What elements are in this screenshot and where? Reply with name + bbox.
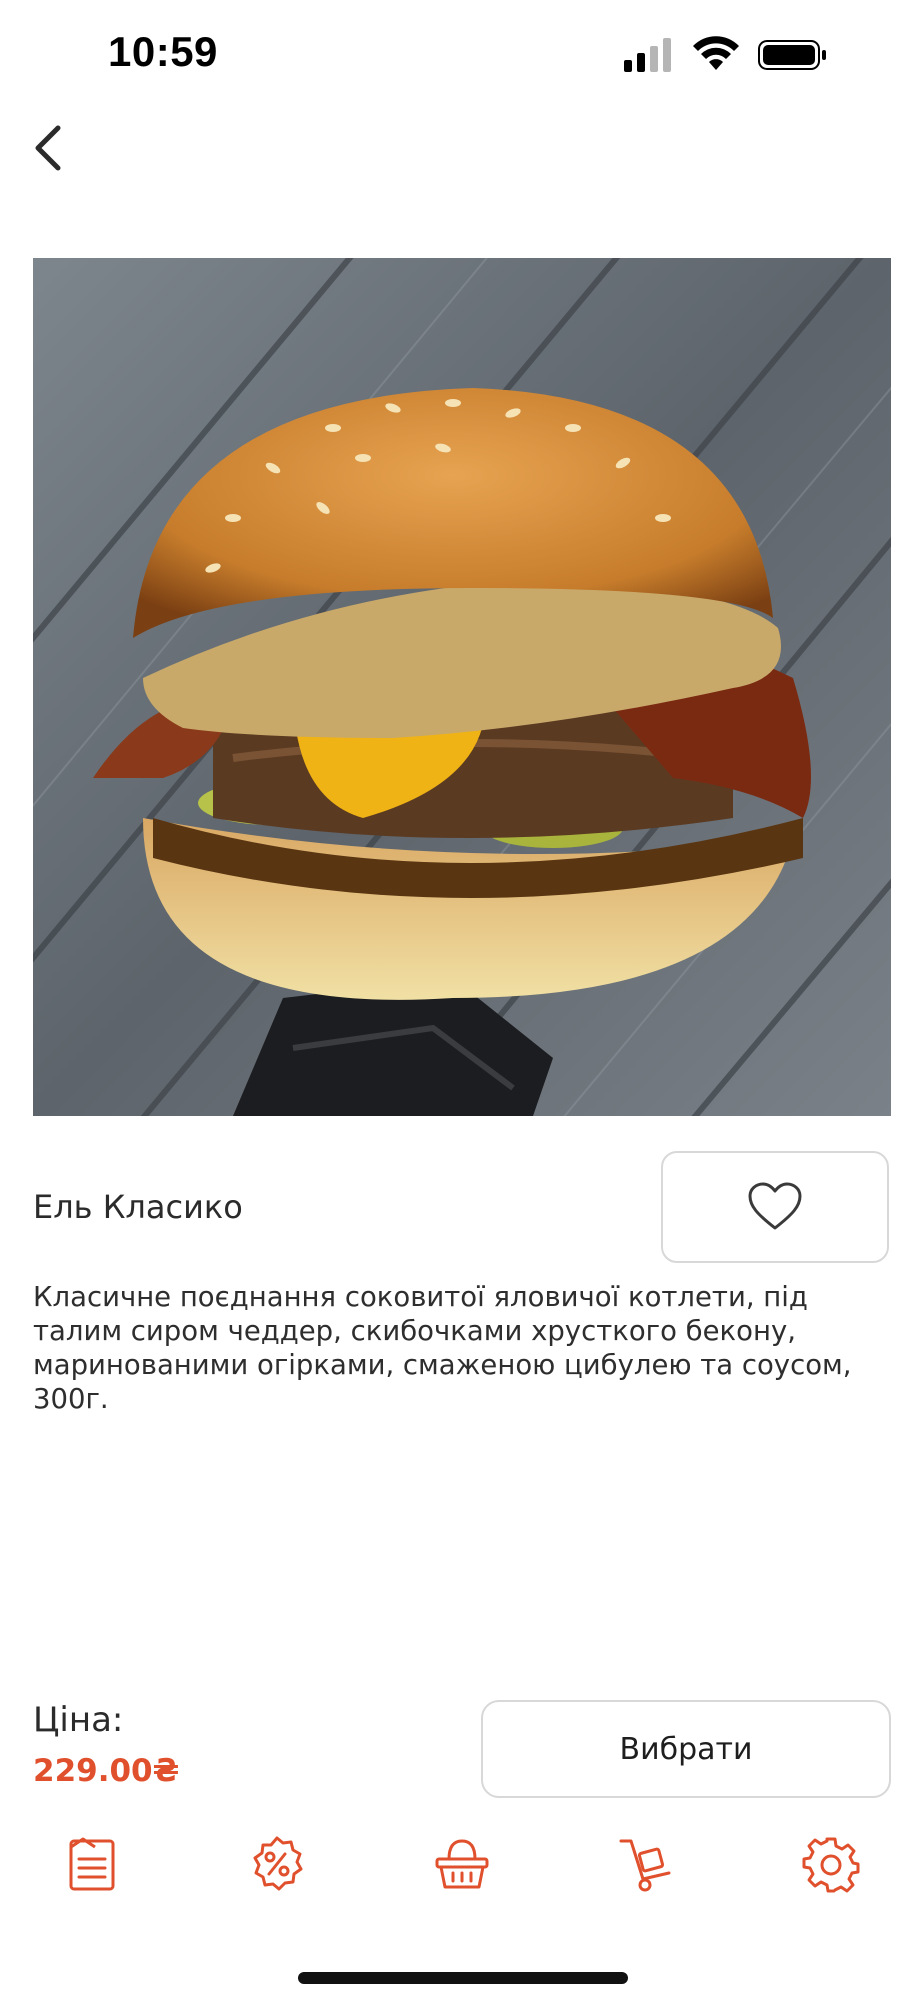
chevron-left-icon [35,125,61,171]
burger-photo [33,258,891,1116]
status-icons [624,36,854,76]
back-button[interactable] [18,118,78,178]
nav-item-delivery[interactable] [612,1830,680,1898]
select-button[interactable]: Вибрати [481,1700,891,1798]
status-time: 10:59 [108,28,218,75]
product-description: Класичне поєднання соковитої яловичої ко… [33,1281,852,1415]
basket-icon [435,1839,489,1889]
cart-dolly-icon [619,1839,671,1892]
home-indicator[interactable] [298,1972,628,1984]
price-label: Ціна: [33,1700,124,1740]
gear-icon [802,1837,860,1893]
product-title: Ель Класико [33,1188,243,1226]
favorite-button[interactable] [661,1151,889,1263]
nav-item-promotions[interactable] [243,1830,311,1898]
wifi-icon [693,36,739,70]
nav-item-menu[interactable] [58,1830,126,1898]
nav-item-basket[interactable] [428,1830,496,1898]
menu-list-icon [69,1837,115,1891]
bottom-nav [0,1830,924,1898]
heart-outline-icon [748,1182,802,1230]
price-value: 229.00₴ [33,1753,180,1789]
nav-item-settings[interactable] [797,1830,865,1898]
product-image [33,258,891,1116]
signal-icon [624,38,671,72]
battery-icon [758,40,826,70]
discount-icon [253,1836,303,1891]
